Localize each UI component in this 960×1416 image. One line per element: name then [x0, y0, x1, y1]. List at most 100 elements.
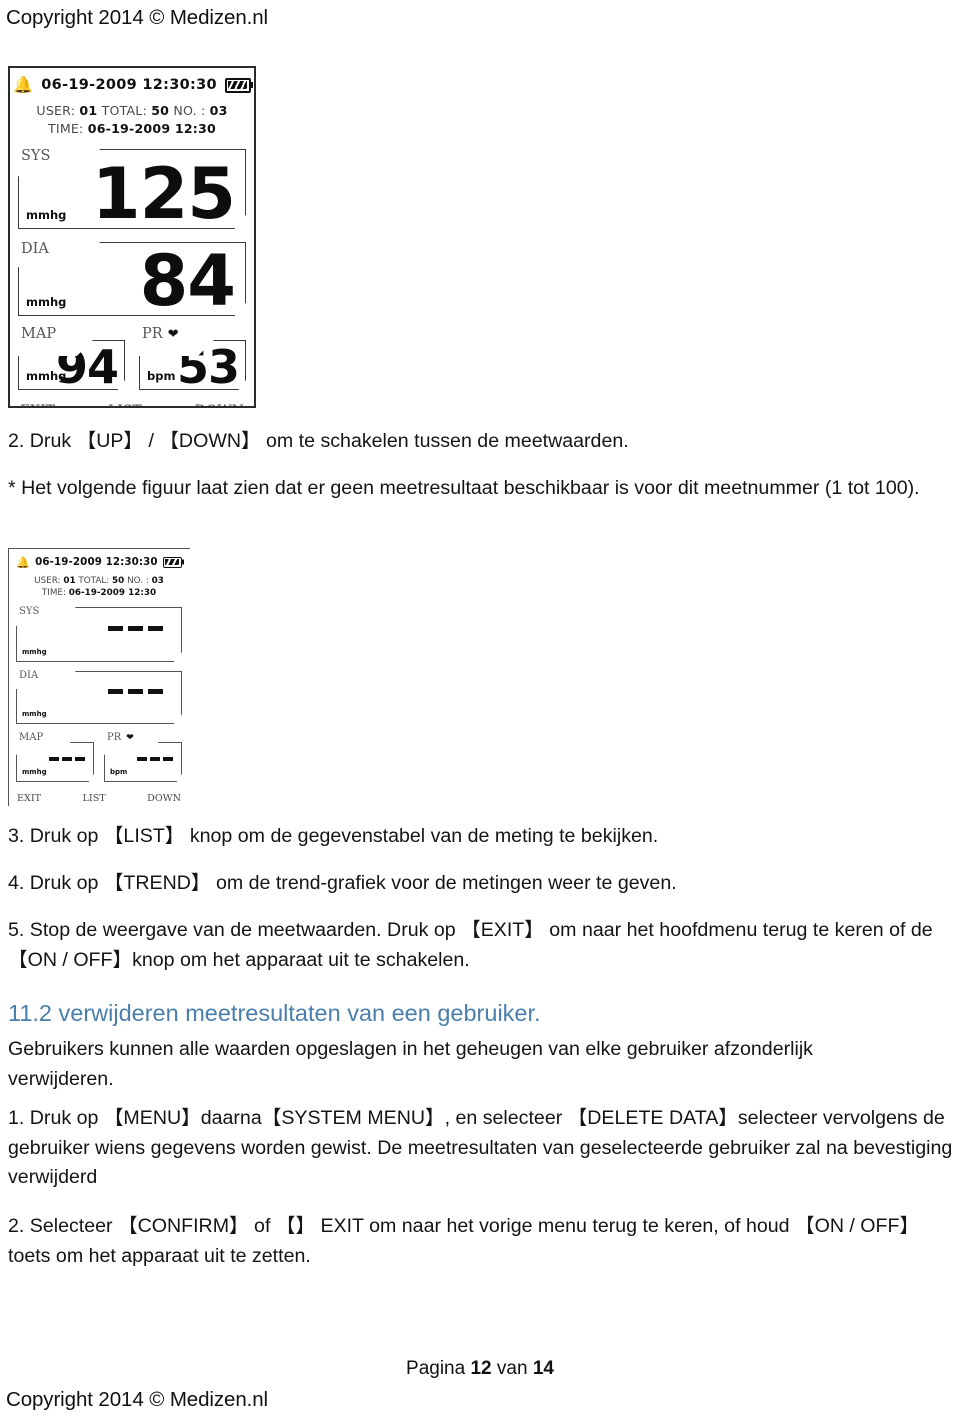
heart-icon: ❤ [167, 327, 179, 342]
map-value-placeholder [49, 756, 93, 768]
section-heading-11-2: 11.2 verwijderen meetresultaten van een … [8, 1000, 541, 1026]
map-label: MAP [19, 732, 44, 743]
sys-label: SYS [21, 148, 51, 164]
user-label: USER: [36, 103, 76, 118]
dia-value-placeholder [108, 689, 181, 706]
time-label: TIME: [41, 588, 66, 598]
dia-label: DIA [19, 670, 39, 681]
map-measurement-empty: MAP mmhg [16, 733, 94, 782]
pr-measurement: PR ❤ bpm 53 [139, 327, 246, 390]
map-unit: mmhg [22, 768, 47, 776]
map-box-empty: mmhg [16, 742, 94, 782]
lcd-soft-keys: EXIT LIST DOWN [20, 403, 244, 406]
lcd-info-line-time-empty: TIME: 06-19-2009 12:30 [9, 588, 189, 598]
step-4-paragraph: 4. Druk op 【TREND】 om de trend-grafiek v… [8, 872, 677, 894]
dia-measurement: DIA mmhg 84 [18, 242, 246, 316]
pr-box: bpm 53 [139, 340, 246, 390]
map-measurement: MAP mmhg 94 [18, 327, 125, 390]
softkey-exit[interactable]: EXIT [17, 793, 41, 804]
no-label: NO. : [127, 576, 149, 586]
footer-page-indicator: Pagina 12 van 14 [0, 1358, 960, 1380]
dia-unit: mmhg [26, 294, 67, 309]
softkey-list[interactable]: LIST [83, 793, 106, 804]
pr-value-placeholder [137, 756, 181, 768]
step-2-paragraph: 2. Druk 【UP】 / 【DOWN】 om te schakelen tu… [8, 430, 629, 452]
step-5-paragraph: 5. Stop de weergave van de meetwaarden. … [8, 919, 933, 971]
no-measurement-result-screen: 🔔 06-19-2009 12:30:30 USER: 01 TOTAL: 50… [8, 548, 190, 806]
time-value: 06-19-2009 12:30 [87, 121, 216, 136]
lcd-status-bar-empty: 🔔 06-19-2009 12:30:30 [9, 556, 189, 568]
time-label: TIME: [48, 121, 84, 136]
dia-box-empty: mmhg [16, 671, 182, 724]
pr-label-text: PR [142, 326, 163, 342]
sys-label: SYS [19, 606, 40, 617]
bell-icon: 🔔 [16, 555, 31, 569]
sys-unit: mmhg [26, 207, 67, 222]
lcd-info-line-time: TIME: 06-19-2009 12:30 [10, 121, 254, 136]
map-pr-row: MAP mmhg 94 PR ❤ bpm 53 [18, 327, 246, 390]
softkey-down[interactable]: DOWN [195, 403, 244, 406]
pr-label: PR ❤ [107, 733, 134, 743]
measurement-result-screen: 🔔 06-19-2009 12:30:30 USER: 01 TOTAL: 50… [8, 66, 256, 408]
user-label: USER: [34, 576, 61, 586]
map-label: MAP [21, 326, 57, 342]
pr-box-empty: bpm [104, 742, 182, 782]
battery-icon [162, 556, 182, 568]
dia-value: 84 [139, 240, 236, 323]
dia-measurement-empty: DIA mmhg [16, 671, 182, 724]
sys-unit: mmhg [22, 648, 47, 656]
page-prefix: Pagina [406, 1358, 466, 1379]
dia-box: mmhg 84 [18, 242, 246, 316]
page-total: 14 [532, 1358, 554, 1379]
softkey-down[interactable]: DOWN [147, 793, 181, 804]
figure-note-paragraph: * Het volgende figuur laat zien dat er g… [8, 477, 920, 499]
pr-measurement-empty: PR ❤ bpm [104, 733, 182, 782]
lcd-datetime: 06-19-2009 12:30:30 [35, 556, 158, 568]
page-middle: van [496, 1358, 528, 1379]
heart-icon: ❤ [126, 733, 134, 743]
total-label: TOTAL: [101, 103, 147, 118]
map-unit: mmhg [26, 368, 67, 383]
battery-icon [224, 77, 251, 93]
sys-box: mmhg 125 [18, 149, 246, 229]
total-value: 50 [151, 103, 170, 118]
delete-step-1-paragraph: 1. Druk op 【MENU】daarna【SYSTEM MENU】, en… [8, 1107, 953, 1188]
softkey-list[interactable]: LIST [108, 403, 142, 406]
pr-unit: bpm [110, 768, 128, 776]
bell-icon: 🔔 [13, 75, 34, 94]
dia-label: DIA [21, 241, 49, 257]
footer-copyright: Copyright 2014 © Medizen.nl [6, 1388, 268, 1411]
page-number: 12 [470, 1358, 492, 1379]
header-copyright: Copyright 2014 © Medizen.nl [6, 6, 268, 29]
pr-label: PR ❤ [142, 327, 179, 342]
delete-step-2-paragraph: 2. Selecteer 【CONFIRM】 of 【】 EXIT om naa… [8, 1215, 920, 1267]
lcd-status-bar: 🔔 06-19-2009 12:30:30 [10, 77, 254, 93]
time-value: 06-19-2009 12:30 [68, 588, 157, 598]
pr-unit: bpm [147, 368, 176, 383]
lcd-info-line-user-empty: USER: 01 TOTAL: 50 NO. : 03 [9, 576, 189, 586]
lcd-info-line-user: USER: 01 TOTAL: 50 NO. : 03 [10, 103, 254, 118]
sys-measurement-empty: SYS mmhg [16, 607, 182, 662]
no-label: NO. : [173, 103, 206, 118]
section-intro-paragraph: Gebruikers kunnen alle waarden opgeslage… [8, 1038, 813, 1090]
user-value: 01 [79, 103, 98, 118]
total-label: TOTAL: [78, 576, 110, 586]
map-box: mmhg 94 [18, 340, 125, 390]
dia-unit: mmhg [22, 710, 47, 718]
sys-measurement: SYS mmhg 125 [18, 149, 246, 229]
lcd-datetime: 06-19-2009 12:30:30 [41, 77, 217, 93]
pr-value: 53 [176, 339, 240, 394]
step-3-paragraph: 3. Druk op 【LIST】 knop om de gegevenstab… [8, 825, 659, 847]
sys-value-placeholder [108, 626, 181, 643]
total-value: 50 [112, 576, 125, 586]
no-value: 03 [151, 576, 164, 586]
sys-box-empty: mmhg [16, 607, 182, 662]
sys-value: 125 [91, 153, 236, 236]
no-value: 03 [209, 103, 228, 118]
softkey-exit[interactable]: EXIT [20, 403, 55, 406]
pr-label-text: PR [107, 732, 122, 743]
lcd-soft-keys-empty: EXIT LIST DOWN [17, 793, 181, 804]
map-pr-row-empty: MAP mmhg PR ❤ bpm [16, 733, 182, 782]
user-value: 01 [63, 576, 76, 586]
map-value: 94 [55, 339, 119, 394]
